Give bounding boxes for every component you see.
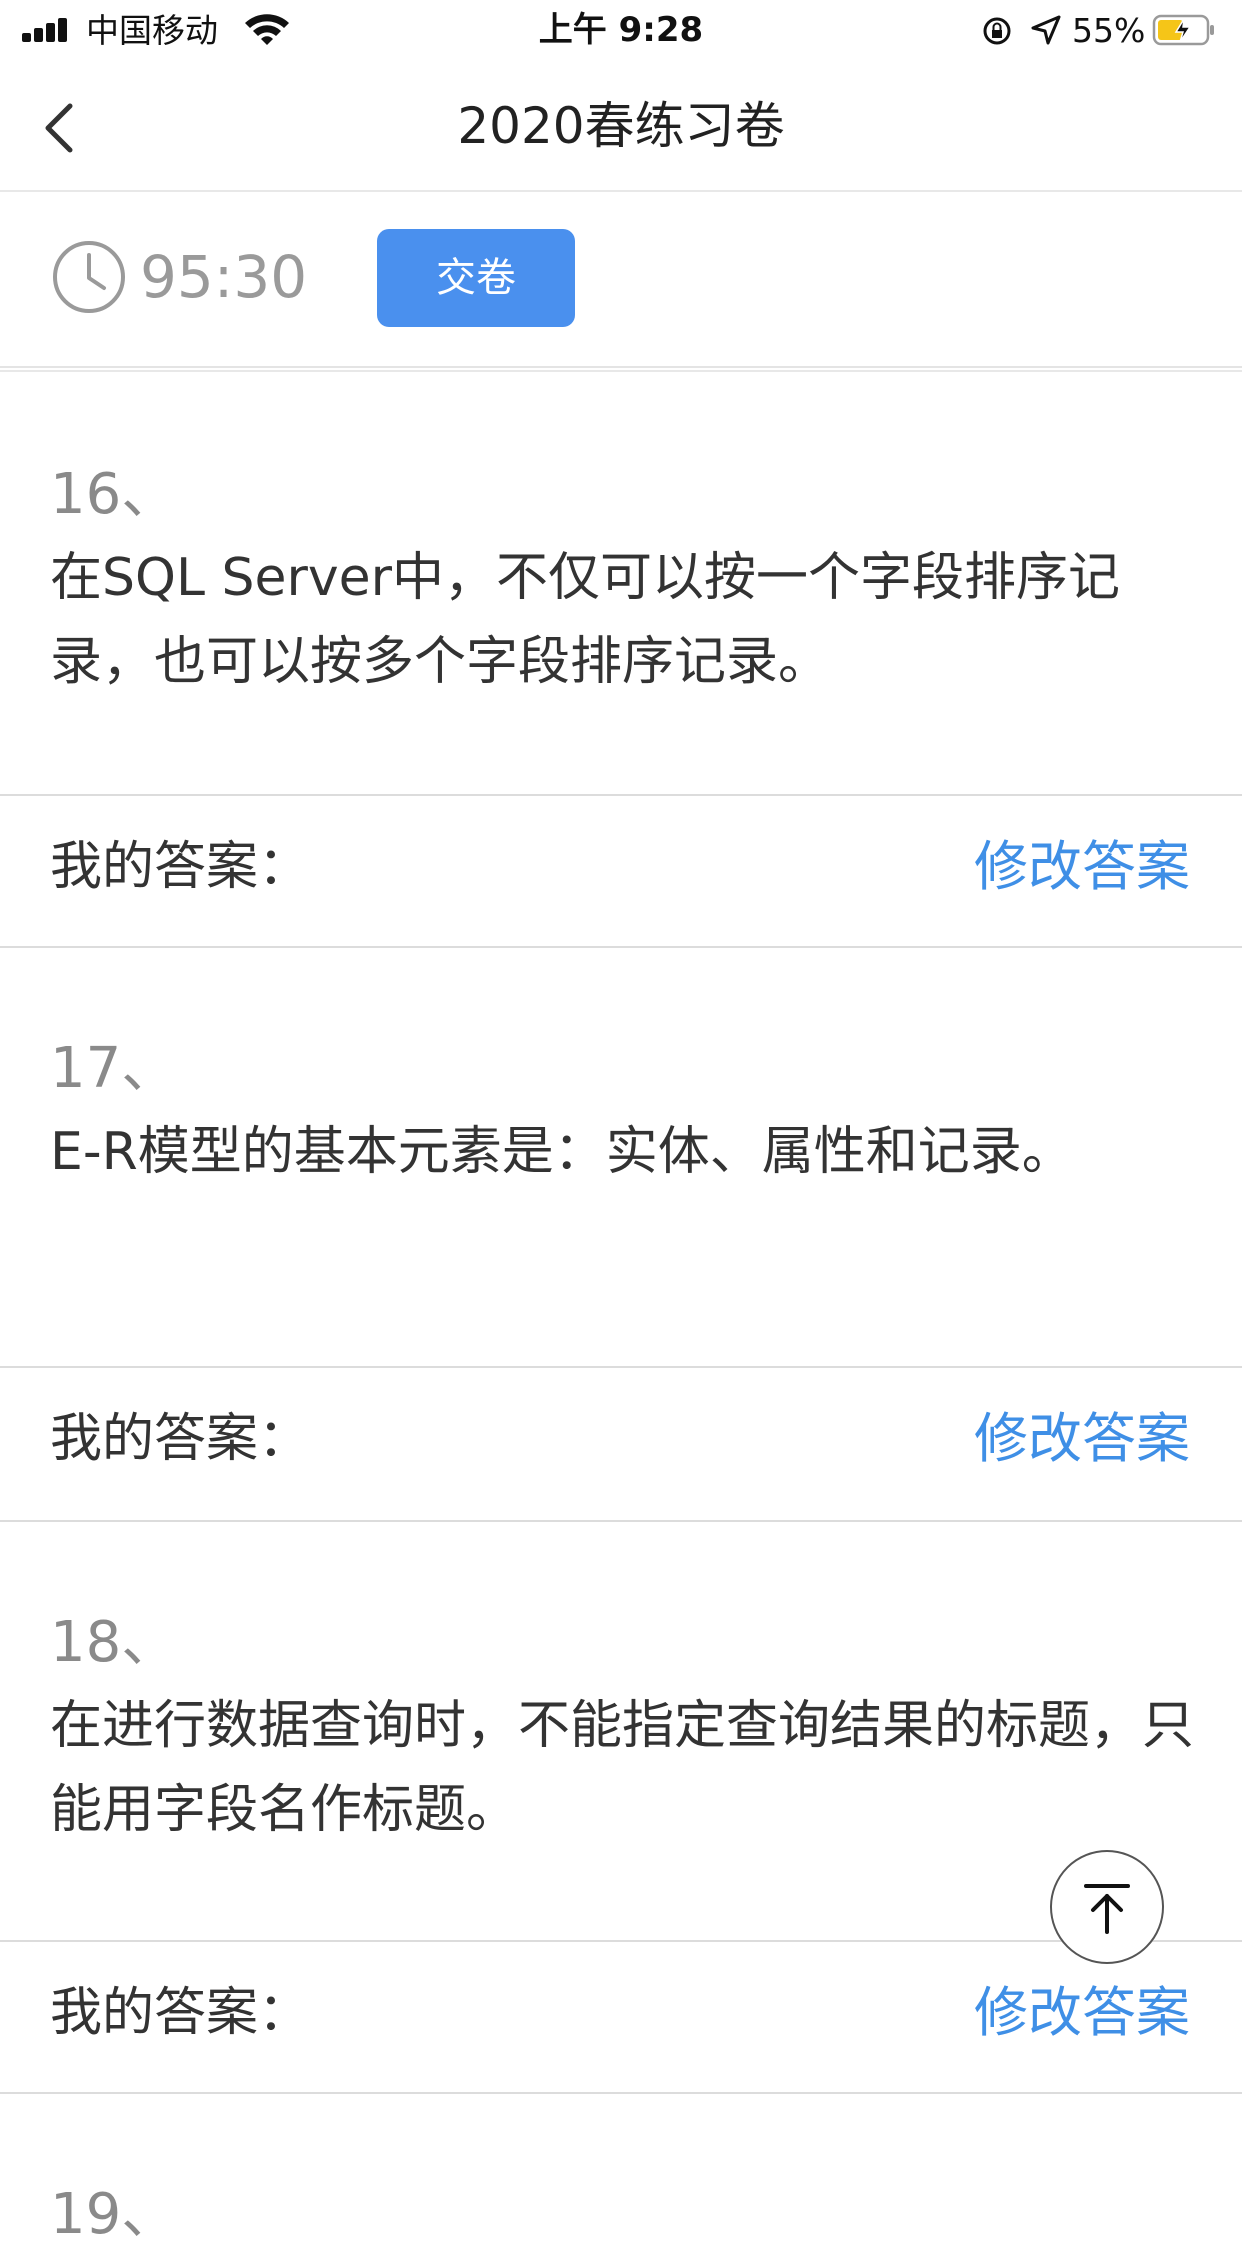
my-answer-label: 我的答案： <box>50 1409 311 1469</box>
countdown-timer: 95:30 <box>140 243 308 311</box>
back-to-top-button[interactable] <box>1050 1850 1164 1964</box>
my-answer-label: 我的答案： <box>50 837 311 897</box>
question-number: 18、 <box>50 1610 178 1675</box>
divider <box>0 2092 1242 2094</box>
back-to-top-icon <box>1084 1884 1130 1934</box>
question-number: 19、 <box>50 2182 178 2247</box>
exam-toolbar: 95:30 交卷 <box>0 190 1242 368</box>
divider <box>0 1520 1242 1522</box>
orientation-lock-icon <box>983 17 1011 45</box>
question-text: E-R模型的基本元素是：实体、属性和记录。 <box>50 1122 1074 1182</box>
modify-answer-button[interactable]: 修改答案 <box>974 1404 1190 1474</box>
clock-icon <box>53 241 125 313</box>
location-icon <box>1031 15 1061 45</box>
question-text: 在进行数据查询时，不能指定查询结果的标题，只能用字段名作标题。 <box>50 1696 1195 1840</box>
page-title: 2020春练习卷 <box>457 97 785 155</box>
divider <box>0 946 1242 948</box>
battery-percent: 55% <box>1072 11 1146 50</box>
modify-answer-button[interactable]: 修改答案 <box>974 1978 1190 2048</box>
divider <box>0 1366 1242 1368</box>
navigation-bar: 2020春练习卷 <box>0 62 1242 192</box>
toolbar-divider <box>0 370 1242 376</box>
question-text: 在SQL Server中，不仅可以按一个字段排序记录，也可以按多个字段排序记录。 <box>50 548 1120 692</box>
battery-icon <box>1152 14 1214 46</box>
status-bar: 中国移动 上午 9:28 55% <box>0 0 1242 62</box>
divider <box>0 794 1242 796</box>
modify-answer-button[interactable]: 修改答案 <box>974 832 1190 902</box>
my-answer-label: 我的答案： <box>50 1983 311 2043</box>
submit-exam-button[interactable]: 交卷 <box>377 229 575 327</box>
question-number: 16、 <box>50 462 178 527</box>
question-number: 17、 <box>50 1036 178 1101</box>
